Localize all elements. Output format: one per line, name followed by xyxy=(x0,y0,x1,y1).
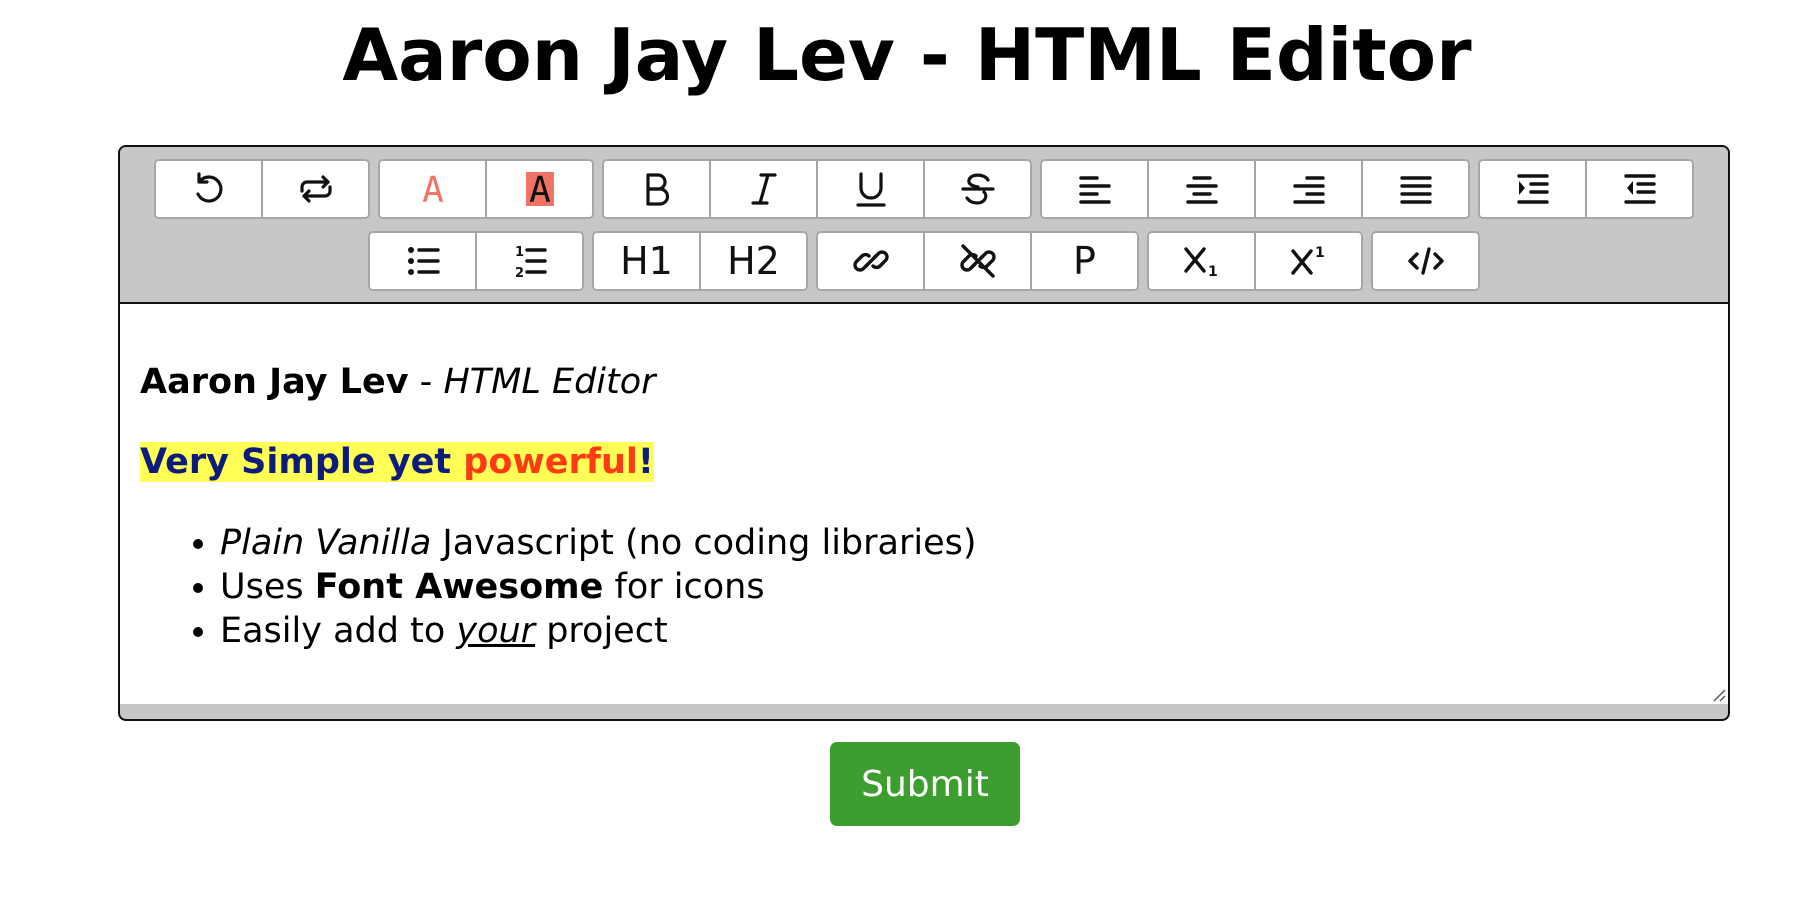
redo-button[interactable] xyxy=(263,161,368,217)
unordered-list-button[interactable] xyxy=(370,233,477,289)
svg-text:2: 2 xyxy=(515,266,524,281)
unlink-icon xyxy=(959,244,996,278)
heading-group: H1 H2 xyxy=(592,231,808,291)
link-button[interactable] xyxy=(818,233,925,289)
repeat-icon xyxy=(299,175,332,203)
list-item-italic: Plain Vanilla xyxy=(220,523,432,563)
list-item-text: Javascript (no coding libraries) xyxy=(431,523,977,563)
svg-text:1: 1 xyxy=(1315,245,1325,261)
color-group: A A xyxy=(378,159,594,219)
submit-button[interactable]: Submit xyxy=(830,742,1020,826)
align-left-button[interactable] xyxy=(1042,161,1149,217)
superscript-icon: 1 xyxy=(1290,245,1325,275)
align-center-icon xyxy=(1185,176,1218,204)
feature-list: Plain Vanilla Javascript (no coding libr… xyxy=(140,521,977,653)
undo-button[interactable] xyxy=(156,161,263,217)
editor-content[interactable]: Aaron Jay Lev - HTML Editor Very Simple … xyxy=(120,304,1728,704)
bold-icon xyxy=(645,173,669,206)
font-color-icon: A xyxy=(422,170,444,209)
link-group: P xyxy=(816,231,1139,291)
code-icon xyxy=(1407,247,1444,275)
tagline-part-1: Very Simple yet xyxy=(140,442,464,482)
code-group xyxy=(1371,231,1480,291)
link-icon xyxy=(852,250,889,272)
tagline-powerful: powerful xyxy=(463,442,638,482)
code-view-button[interactable] xyxy=(1373,233,1478,289)
paragraph-label: P xyxy=(1073,239,1096,283)
subscript-icon: 1 xyxy=(1183,247,1218,280)
page-title: Aaron Jay Lev - HTML Editor xyxy=(342,13,1472,97)
editor-toolbar: A A 1 2 H1 H2 P 1 1 xyxy=(120,147,1728,304)
strikethrough-icon xyxy=(960,173,995,205)
format-group xyxy=(602,159,1032,219)
paragraph-button[interactable]: P xyxy=(1032,233,1137,289)
svg-text:1: 1 xyxy=(1208,264,1218,280)
subscript-button[interactable]: 1 xyxy=(1149,233,1256,289)
superscript-button[interactable]: 1 xyxy=(1256,233,1361,289)
content-subtitle: HTML Editor xyxy=(443,362,656,402)
list-item-underline: your xyxy=(456,611,536,651)
indent-icon xyxy=(1516,174,1549,204)
svg-text:A: A xyxy=(422,170,444,209)
font-color-button[interactable]: A xyxy=(380,161,487,217)
underline-icon xyxy=(855,172,886,207)
h2-label: H2 xyxy=(727,239,780,283)
undo-icon xyxy=(195,172,222,203)
italic-button[interactable] xyxy=(711,161,818,217)
list-item-bold: Font Awesome xyxy=(314,567,604,607)
list-item: Plain Vanilla Javascript (no coding libr… xyxy=(220,521,977,565)
svg-text:A: A xyxy=(529,170,551,209)
list-item-text: Easily add to xyxy=(220,611,457,651)
list-item-text: for icons xyxy=(603,567,765,607)
list-ul-icon xyxy=(407,247,440,275)
align-group xyxy=(1040,159,1470,219)
list-item-text: Uses xyxy=(220,567,315,607)
h2-button[interactable]: H2 xyxy=(701,233,806,289)
align-justify-button[interactable] xyxy=(1363,161,1468,217)
content-line-2: Very Simple yet powerful! xyxy=(140,440,654,484)
outdent-icon xyxy=(1623,174,1656,204)
list-ol-icon: 1 2 xyxy=(515,245,547,281)
list-item-text: project xyxy=(535,611,668,651)
outdent-button[interactable] xyxy=(1587,161,1692,217)
list-item: Uses Font Awesome for icons xyxy=(220,565,977,609)
indent-group xyxy=(1478,159,1694,219)
history-group xyxy=(154,159,370,219)
svg-text:1: 1 xyxy=(515,245,524,260)
align-left-icon xyxy=(1078,176,1111,204)
highlight-icon: A xyxy=(525,170,554,209)
list-item: Easily add to your project xyxy=(220,609,977,653)
script-group: 1 1 xyxy=(1147,231,1363,291)
toolbar-row-1: A A xyxy=(120,159,1728,219)
align-center-button[interactable] xyxy=(1149,161,1256,217)
highlighted-text: Very Simple yet powerful! xyxy=(140,442,654,482)
indent-button[interactable] xyxy=(1480,161,1587,217)
align-right-button[interactable] xyxy=(1256,161,1363,217)
underline-button[interactable] xyxy=(818,161,925,217)
align-right-icon xyxy=(1292,176,1325,204)
bold-button[interactable] xyxy=(604,161,711,217)
strikethrough-button[interactable] xyxy=(925,161,1030,217)
h1-label: H1 xyxy=(620,239,673,283)
h1-button[interactable]: H1 xyxy=(594,233,701,289)
content-line-1: Aaron Jay Lev - HTML Editor xyxy=(140,360,656,404)
align-justify-icon xyxy=(1399,176,1432,204)
toolbar-row-2: 1 2 H1 H2 P 1 1 xyxy=(120,231,1728,291)
content-author: Aaron Jay Lev xyxy=(140,362,409,402)
highlight-button[interactable]: A xyxy=(487,161,592,217)
html-editor: A A 1 2 H1 H2 P 1 1 Aaron Jay Lev - HTML… xyxy=(118,145,1730,721)
italic-icon xyxy=(750,173,777,205)
tagline-exclaim: ! xyxy=(637,442,654,482)
unlink-button[interactable] xyxy=(925,233,1032,289)
resize-handle[interactable] xyxy=(1712,688,1726,702)
content-separator: - xyxy=(408,362,444,402)
ordered-list-button[interactable]: 1 2 xyxy=(477,233,582,289)
list-group: 1 2 xyxy=(368,231,584,291)
